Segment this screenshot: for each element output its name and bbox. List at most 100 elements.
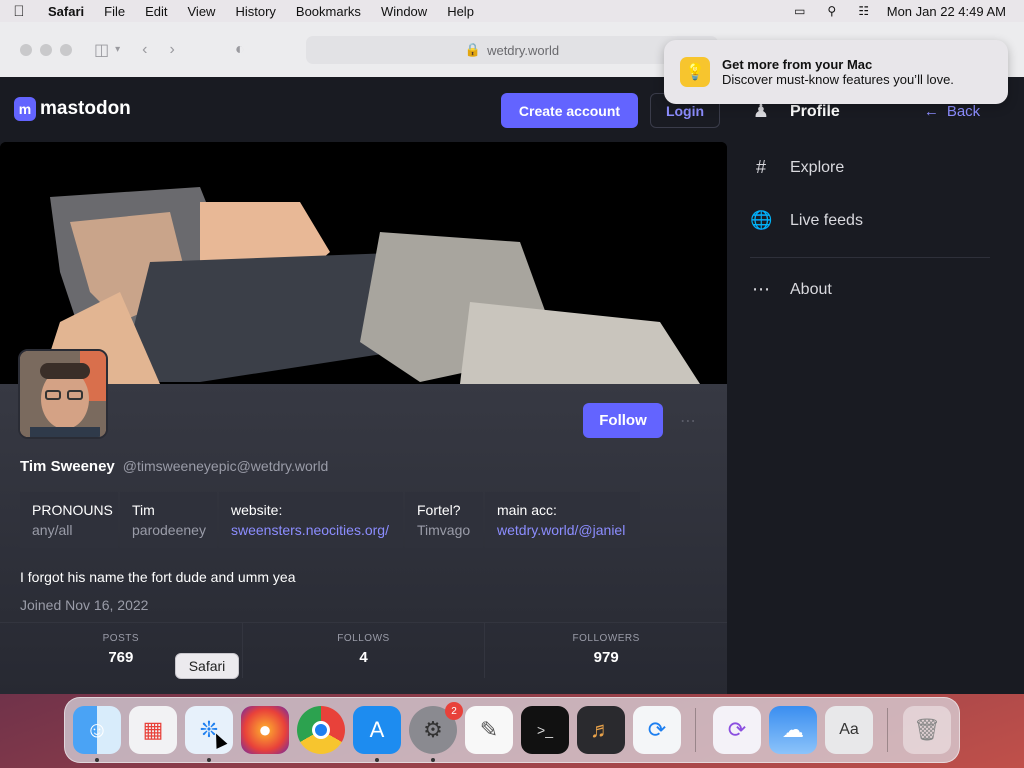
stat-follows-label: FOLLOWS	[337, 633, 390, 644]
field-value: Timvago	[417, 522, 471, 538]
control-center-icon[interactable]: ☷	[855, 4, 873, 18]
profile-header-image	[0, 142, 727, 384]
terminal-icon[interactable]: >_	[521, 706, 569, 754]
profile-avatar[interactable]	[18, 349, 108, 439]
profile-name-row: Tim Sweeney @timsweeneyepic@wetdry.world	[20, 458, 328, 475]
sidebar-item-live-feeds[interactable]: 🌐 Live feeds	[750, 210, 863, 231]
notification-badge: 2	[445, 702, 463, 720]
profile-display-name: Tim Sweeney	[20, 458, 115, 475]
profile-stats: POSTS 769 FOLLOWS 4 FOLLOWERS 979	[0, 622, 727, 678]
menu-view[interactable]: View	[178, 4, 226, 19]
sidebar-item-label: Explore	[790, 158, 845, 176]
back-button-label: Back	[946, 102, 981, 120]
follow-button[interactable]: Follow	[583, 403, 663, 438]
lightbulb-icon: 💡	[680, 57, 710, 87]
weather-icon[interactable]: ☁	[769, 706, 817, 754]
visual-studio-icon[interactable]: ⟳	[713, 706, 761, 754]
stat-followers-label: FOLLOWERS	[572, 633, 640, 644]
stat-follows-count: 4	[359, 649, 368, 666]
sidebar-item-label: Live feeds	[790, 211, 863, 229]
menu-app-name[interactable]: Safari	[38, 4, 94, 19]
sidebar-item-label: Profile	[790, 102, 840, 120]
mastodon-logo-icon: m	[14, 97, 36, 121]
profile-field: PRONOUNS any/all	[20, 492, 118, 548]
profile-field: Fortel? Timvago	[405, 492, 483, 548]
safari-window: ◫ ▾ ‹ › ◐ 🔒 wetdry.world m mastodon Crea…	[0, 22, 1024, 694]
profile-handle[interactable]: @timsweeneyepic@wetdry.world	[123, 458, 329, 474]
web-content: m mastodon Create account Login Follow ⋯…	[0, 77, 1024, 694]
textedit-icon[interactable]: ✎	[465, 706, 513, 754]
field-key: PRONOUNS	[32, 502, 113, 518]
running-indicator	[207, 758, 211, 762]
sidebar-toggle-icon[interactable]: ◫	[94, 40, 109, 60]
person-icon: ♟	[752, 101, 770, 121]
menu-clock[interactable]: Mon Jan 22 4:49 AM	[887, 4, 1006, 19]
notification-body: Discover must-know features you’ll love.	[722, 72, 954, 87]
running-indicator	[375, 758, 379, 762]
sidebar-item-profile[interactable]: ♟ Profile	[750, 101, 840, 122]
arrow-left-icon: ←	[923, 102, 939, 120]
hash-icon: #	[755, 157, 766, 177]
address-bar[interactable]: 🔒 wetdry.world	[306, 36, 718, 64]
stat-followers[interactable]: FOLLOWERS 979	[485, 623, 727, 678]
back-arrow-icon[interactable]: ‹	[142, 41, 147, 59]
globe-icon: 🌐	[750, 210, 773, 230]
forward-arrow-icon[interactable]: ›	[169, 41, 174, 59]
finder-icon[interactable]: ☺	[73, 706, 121, 754]
menu-bookmarks[interactable]: Bookmarks	[286, 4, 371, 19]
dock-separator	[695, 708, 696, 752]
sidebar-item-label: About	[790, 280, 832, 298]
main-account-link[interactable]: wetdry.world/@janiel	[497, 522, 628, 538]
profile-fields: PRONOUNS any/all Tim parodeeney website:…	[20, 492, 640, 548]
sidebar-item-explore[interactable]: # Explore	[750, 157, 844, 178]
profile-bio: I forgot his name the fort dude and umm …	[20, 569, 296, 585]
chevron-down-icon[interactable]: ▾	[115, 44, 120, 55]
spotlight-search-icon[interactable]: ⚲	[823, 4, 841, 18]
ellipsis-icon: ⋯	[752, 279, 770, 299]
field-key: Tim	[132, 502, 155, 518]
dock: ☺ ▦ ❊ ● A ⚙ 2 ✎ >_ ♬ ⟳ ⟳ ☁ Aa 🗑	[64, 697, 960, 763]
field-value: parodeeney	[132, 522, 206, 538]
sidebar-item-about[interactable]: ⋯ About	[750, 279, 832, 300]
website-link[interactable]: sweensters.neocities.org/	[231, 522, 391, 538]
mastodon-logo[interactable]: m mastodon	[14, 97, 131, 121]
field-key: Fortel?	[417, 502, 461, 518]
dock-separator	[887, 708, 888, 752]
zoom-window-icon[interactable]	[60, 43, 72, 56]
profile-field: main acc: wetdry.world/@janiel	[485, 492, 640, 548]
field-key: website:	[231, 502, 283, 518]
garageband-icon[interactable]: ♬	[577, 706, 625, 754]
menu-window[interactable]: Window	[371, 4, 437, 19]
menu-help[interactable]: Help	[437, 4, 484, 19]
privacy-shield-icon[interactable]: ◐	[235, 41, 245, 59]
trash-icon[interactable]: 🗑	[903, 706, 951, 754]
create-account-button[interactable]: Create account	[501, 93, 638, 128]
mastodon-logo-text: mastodon	[40, 98, 131, 119]
launchpad-icon[interactable]: ▦	[129, 706, 177, 754]
system-settings-icon[interactable]: ⚙ 2	[409, 702, 463, 754]
font-book-icon[interactable]: Aa	[825, 706, 873, 754]
close-window-icon[interactable]	[20, 43, 32, 56]
notification-banner[interactable]: 💡 Get more from your Mac Discover must-k…	[664, 40, 1008, 104]
field-value: any/all	[32, 522, 73, 538]
field-key: main acc:	[497, 502, 557, 518]
address-bar-url: wetdry.world	[487, 42, 560, 58]
chrome-icon[interactable]	[297, 706, 345, 754]
running-indicator	[95, 758, 99, 762]
more-options-icon[interactable]: ⋯	[680, 411, 697, 431]
minimize-window-icon[interactable]	[40, 43, 52, 56]
screen-mirroring-icon[interactable]: ▭	[791, 4, 809, 18]
stat-follows[interactable]: FOLLOWS 4	[243, 623, 486, 678]
stat-posts-label: POSTS	[102, 633, 140, 644]
safari-icon[interactable]: ❊	[185, 706, 233, 754]
apple-icon[interactable]: 	[0, 3, 38, 20]
menu-edit[interactable]: Edit	[135, 4, 177, 19]
app-store-icon[interactable]: A	[353, 706, 401, 754]
vscode-icon[interactable]: ⟳	[633, 706, 681, 754]
firefox-icon[interactable]: ●	[241, 706, 289, 754]
lock-icon: 🔒	[464, 42, 482, 57]
profile-field: Tim parodeeney	[120, 492, 217, 548]
profile-field: website: sweensters.neocities.org/	[219, 492, 403, 548]
menu-history[interactable]: History	[225, 4, 285, 19]
menu-file[interactable]: File	[94, 4, 135, 19]
